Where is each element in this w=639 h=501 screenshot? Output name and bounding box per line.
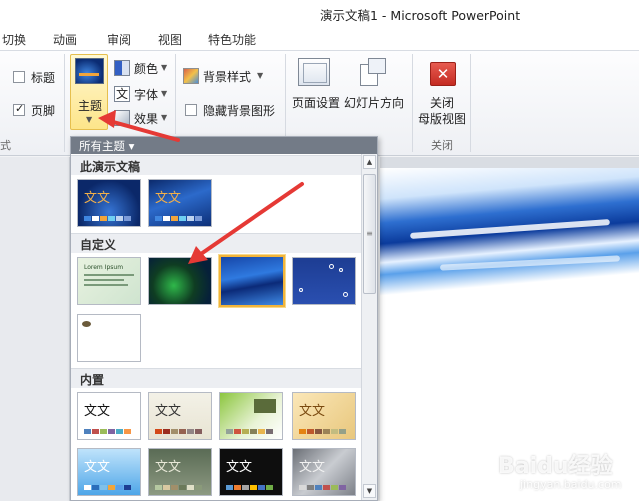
baidu-watermark-logo: Baidu经验 xyxy=(498,454,613,479)
effects-icon xyxy=(114,110,130,126)
theme-button-label: 主题 xyxy=(78,99,103,113)
theme-thumbnail-selected[interactable] xyxy=(218,254,286,308)
palette-icon xyxy=(114,60,130,76)
background-styles-icon xyxy=(183,68,199,84)
baidu-watermark-url: jingyan.baidu.com xyxy=(520,478,622,491)
section-this-presentation: 此演示文稿 xyxy=(71,155,361,175)
theme-thumbnail[interactable] xyxy=(219,392,283,440)
theme-thumbnail[interactable]: 文文 xyxy=(148,448,212,496)
chevron-down-icon: ▼ xyxy=(86,115,93,124)
theme-thumbnail[interactable]: 文文 xyxy=(292,448,356,496)
slide-background-band xyxy=(380,168,639,318)
master-group-label: 式 xyxy=(0,139,11,152)
tab-view[interactable]: 视图 xyxy=(158,31,182,48)
chevron-down-icon: ▼ xyxy=(161,63,168,72)
theme-gallery-dropdown: 所有主题 ▾ 此演示文稿 文文 文文 自定义 Lorem Ipsum 内置 文文… xyxy=(70,136,378,501)
font-icon: 文 xyxy=(114,86,130,102)
theme-thumbnail[interactable]: 文文 xyxy=(77,448,141,496)
page-setup-button[interactable]: 页面设置 xyxy=(292,94,340,111)
page-setup-icon xyxy=(298,58,330,86)
hide-background-checkbox[interactable] xyxy=(185,104,197,116)
scroll-up-button[interactable]: ▲ xyxy=(363,155,376,169)
chevron-down-icon: ▼ xyxy=(161,89,168,98)
slide-orientation-icon xyxy=(360,58,388,86)
slide-thumbnail-pane[interactable] xyxy=(0,157,70,501)
group-divider xyxy=(470,54,471,152)
group-divider xyxy=(175,54,176,134)
theme-thumbnail-icon xyxy=(75,58,104,84)
hide-background-label: 隐藏背景图形 xyxy=(203,104,276,118)
chevron-down-icon: ▼ xyxy=(257,71,264,80)
close-master-label-2[interactable]: 母版视图 xyxy=(418,110,466,127)
theme-thumbnail[interactable]: 文文 xyxy=(292,392,356,440)
theme-thumbnail[interactable]: 文文 xyxy=(77,179,141,227)
tab-animations[interactable]: 动画 xyxy=(53,31,77,48)
title-bar: 演示文稿1 - Microsoft PowerPoint xyxy=(0,0,639,26)
theme-thumbnail[interactable]: 文文 xyxy=(219,448,283,496)
footer-checkbox[interactable] xyxy=(13,102,25,116)
footer-checkbox-label: 页脚 xyxy=(31,104,56,118)
theme-thumbnail[interactable]: 文文 xyxy=(148,179,212,227)
fonts-button[interactable]: 字体 xyxy=(134,86,158,103)
scroll-thumb[interactable]: ≡ xyxy=(363,174,376,294)
group-divider xyxy=(412,54,413,152)
scroll-down-button[interactable]: ▼ xyxy=(363,484,376,498)
colors-button[interactable]: 颜色 xyxy=(134,60,158,77)
effects-button[interactable]: 效果 xyxy=(134,110,158,127)
theme-thumbnail[interactable] xyxy=(77,314,141,362)
tab-transitions[interactable]: 切换 xyxy=(2,31,26,48)
window-title: 演示文稿1 - Microsoft PowerPoint xyxy=(320,8,521,23)
slide-orientation-button[interactable]: 幻灯片方向 xyxy=(344,94,404,111)
theme-thumbnail[interactable] xyxy=(292,257,356,305)
close-master-label-1[interactable]: 关闭 xyxy=(430,94,454,111)
close-group-label: 关闭 xyxy=(431,139,453,152)
theme-thumbnail[interactable]: Lorem Ipsum xyxy=(77,257,141,305)
group-divider xyxy=(64,54,65,152)
theme-thumbnail[interactable] xyxy=(148,257,212,305)
chevron-down-icon: ▼ xyxy=(161,113,168,122)
tab-review[interactable]: 审阅 xyxy=(107,31,131,48)
tab-special-features[interactable]: 特色功能 xyxy=(208,31,256,48)
title-checkbox[interactable] xyxy=(13,71,25,83)
title-checkbox-label: 标题 xyxy=(31,71,56,85)
background-styles-button[interactable]: 背景样式 xyxy=(203,68,251,85)
section-builtin: 内置 xyxy=(71,368,361,388)
theme-thumbnail[interactable]: 文文 xyxy=(148,392,212,440)
theme-thumbnail[interactable]: 文文 xyxy=(77,392,141,440)
close-icon[interactable]: ✕ xyxy=(430,62,456,86)
section-custom: 自定义 xyxy=(71,233,361,253)
all-themes-header[interactable]: 所有主题 ▾ xyxy=(71,137,377,154)
ribbon-tabs: 切换 动画 审阅 视图 特色功能 xyxy=(0,26,639,50)
theme-button[interactable]: 主题 ▼ xyxy=(70,54,108,130)
gallery-scrollbar[interactable]: ▲ ≡ ▼ xyxy=(361,154,377,500)
